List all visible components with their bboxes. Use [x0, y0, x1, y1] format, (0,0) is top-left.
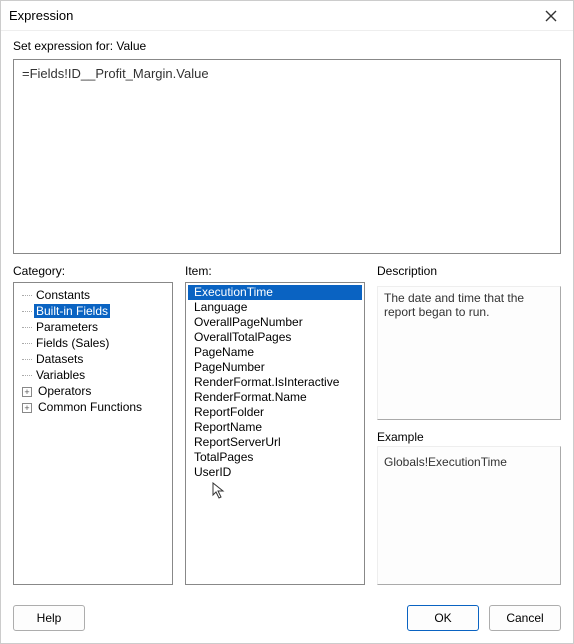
category-label: Category:: [13, 264, 173, 278]
category-item[interactable]: Built-in Fields: [16, 303, 170, 319]
category-item-label[interactable]: Variables: [34, 368, 87, 382]
category-item[interactable]: Fields (Sales): [16, 335, 170, 351]
example-text: Globals!ExecutionTime: [384, 451, 554, 469]
list-item[interactable]: ReportFolder: [188, 405, 362, 420]
category-item-label[interactable]: Common Functions: [36, 400, 144, 414]
cancel-button[interactable]: Cancel: [489, 605, 561, 631]
category-item-label[interactable]: Operators: [36, 384, 93, 398]
tree-line-icon: [22, 359, 32, 360]
category-item-label[interactable]: Fields (Sales): [34, 336, 111, 350]
category-item[interactable]: Datasets: [16, 351, 170, 367]
item-list[interactable]: ExecutionTimeLanguageOverallPageNumberOv…: [185, 282, 365, 585]
expand-icon[interactable]: +: [22, 387, 32, 397]
example-box: Globals!ExecutionTime: [377, 446, 561, 586]
category-item-label[interactable]: Parameters: [34, 320, 100, 334]
description-box: The date and time that the report began …: [377, 286, 561, 420]
list-item[interactable]: UserID: [188, 465, 362, 480]
expression-textarea[interactable]: [13, 59, 561, 254]
category-item[interactable]: Parameters: [16, 319, 170, 335]
tree-line-icon: [22, 295, 32, 296]
category-item[interactable]: Variables: [16, 367, 170, 383]
list-item[interactable]: ReportServerUrl: [188, 435, 362, 450]
list-item[interactable]: ExecutionTime: [188, 285, 362, 300]
description-text: The date and time that the report began …: [384, 291, 554, 319]
list-item[interactable]: PageNumber: [188, 360, 362, 375]
item-label: Item:: [185, 264, 365, 278]
category-item-label[interactable]: Built-in Fields: [34, 304, 110, 318]
description-label: Description: [377, 264, 561, 278]
list-item[interactable]: RenderFormat.Name: [188, 390, 362, 405]
expand-icon[interactable]: +: [22, 403, 32, 413]
example-label: Example: [377, 430, 561, 444]
category-item-label[interactable]: Datasets: [34, 352, 85, 366]
list-item[interactable]: OverallTotalPages: [188, 330, 362, 345]
category-tree[interactable]: Constants Built-in Fields Parameters Fields…: [13, 282, 173, 585]
list-item[interactable]: ReportName: [188, 420, 362, 435]
list-item[interactable]: RenderFormat.IsInteractive: [188, 375, 362, 390]
close-button[interactable]: [537, 6, 565, 26]
help-button[interactable]: Help: [13, 605, 85, 631]
list-item[interactable]: PageName: [188, 345, 362, 360]
list-item[interactable]: TotalPages: [188, 450, 362, 465]
ok-button[interactable]: OK: [407, 605, 479, 631]
dialog-footer: Help OK Cancel: [1, 595, 573, 643]
titlebar: Expression: [1, 1, 573, 31]
tree-line-icon: [22, 311, 32, 312]
tree-line-icon: [22, 327, 32, 328]
cursor-icon: [212, 482, 362, 500]
tree-line-icon: [22, 375, 32, 376]
set-expression-label: Set expression for: Value: [13, 39, 561, 53]
window-title: Expression: [9, 8, 537, 23]
category-item[interactable]: Constants: [16, 287, 170, 303]
close-icon: [545, 10, 557, 22]
tree-line-icon: [22, 343, 32, 344]
category-item[interactable]: + Operators: [16, 383, 170, 399]
list-item[interactable]: Language: [188, 300, 362, 315]
category-item-label[interactable]: Constants: [34, 288, 92, 302]
category-item[interactable]: + Common Functions: [16, 399, 170, 415]
list-item[interactable]: OverallPageNumber: [188, 315, 362, 330]
